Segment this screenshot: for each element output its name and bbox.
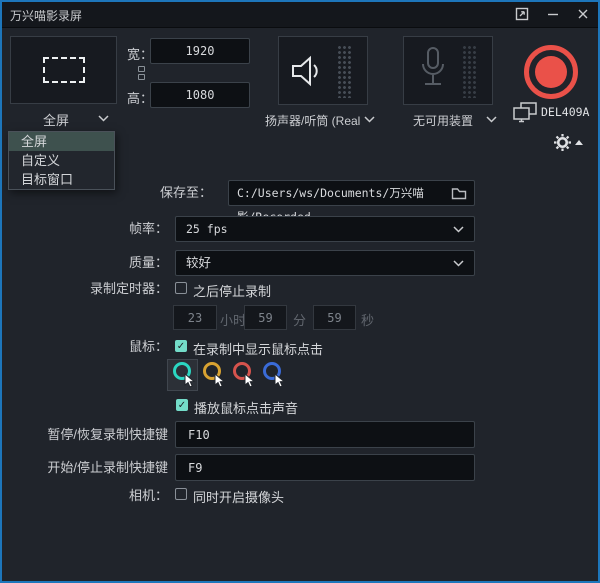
chevron-down-icon xyxy=(453,260,464,267)
timer-hours-unit: 小时 xyxy=(220,310,246,329)
menu-item-fullscreen[interactable]: 全屏 xyxy=(9,132,114,151)
timer-label: 录制定时器： xyxy=(20,282,168,296)
timer-seconds-input[interactable]: 59 xyxy=(313,305,356,330)
framerate-value: 25 fps xyxy=(186,217,228,241)
chevron-down-icon xyxy=(453,226,464,233)
speaker-toggle-button[interactable] xyxy=(278,36,368,105)
capture-mode-select[interactable]: 全屏 xyxy=(43,110,69,129)
camera-checkbox-label: 同时开启摄像头 xyxy=(193,487,284,506)
chevron-down-icon[interactable] xyxy=(98,115,109,122)
show-mouse-clicks-checkbox[interactable]: ✓ xyxy=(175,340,187,352)
speaker-device-select[interactable]: 扬声器/听筒 (Real xyxy=(265,112,360,129)
start-hotkey-input[interactable]: F9 xyxy=(175,454,475,481)
window-title: 万兴喵影录屏 xyxy=(10,7,82,24)
gear-icon xyxy=(554,134,571,151)
mouse-click-sound-checkbox[interactable]: ✓ xyxy=(176,399,188,411)
display-device-name: DEL409A xyxy=(541,105,589,119)
timer-minutes-input[interactable]: 59 xyxy=(244,305,287,330)
collapse-arrow-icon[interactable] xyxy=(575,140,583,145)
timer-hours-input[interactable]: 23 xyxy=(173,305,217,330)
click-color-blue[interactable] xyxy=(263,362,281,380)
framerate-label: 帧率： xyxy=(20,216,168,242)
settings-gear-button[interactable] xyxy=(554,134,571,156)
menu-item-custom[interactable]: 自定义 xyxy=(9,151,114,170)
start-hotkey-label: 开始/停止录制快捷键 xyxy=(20,454,168,481)
minimize-icon[interactable] xyxy=(544,5,562,23)
camera-checkbox[interactable] xyxy=(175,488,187,500)
chevron-down-icon[interactable] xyxy=(364,116,375,123)
aspect-lock-icon[interactable] xyxy=(138,66,145,80)
speaker-level-meter xyxy=(337,45,352,98)
timer-seconds-unit: 秒 xyxy=(361,310,374,329)
microphone-toggle-button[interactable] xyxy=(403,36,493,105)
capture-mode-menu: 全屏 自定义 目标窗口 xyxy=(8,131,115,190)
timer-checkbox-label: 之后停止录制 xyxy=(193,281,271,300)
pause-hotkey-input[interactable]: F10 xyxy=(175,421,475,448)
mic-level-meter xyxy=(462,45,477,98)
height-input[interactable]: 1080 xyxy=(150,82,250,108)
capture-area-button[interactable] xyxy=(10,36,117,104)
save-to-label: 保存至： xyxy=(100,180,212,206)
display-device-selector[interactable] xyxy=(513,102,538,128)
width-input[interactable]: 1920 xyxy=(150,38,250,64)
timer-minutes-unit: 分 xyxy=(293,310,306,329)
framerate-select[interactable]: 25 fps xyxy=(175,216,475,242)
record-button-core xyxy=(535,56,567,88)
microphone-icon xyxy=(419,46,447,96)
click-color-teal[interactable] xyxy=(173,362,191,380)
click-color-yellow[interactable] xyxy=(203,362,221,380)
titlebar: 万兴喵影录屏 xyxy=(0,0,600,28)
restore-window-icon[interactable] xyxy=(513,5,531,23)
quality-label: 质量： xyxy=(20,250,168,276)
cursor-icon xyxy=(184,373,196,389)
speaker-icon xyxy=(289,54,327,88)
fullscreen-area-icon xyxy=(43,57,85,83)
quality-value: 较好 xyxy=(186,251,211,275)
timer-checkbox[interactable] xyxy=(175,282,187,294)
app-window: 万兴喵影录屏 全屏 全屏 自定义 目标窗口 宽： 1920 高： 1080 xyxy=(0,0,600,583)
mouse-label: 鼠标： xyxy=(20,339,168,354)
show-mouse-clicks-label: 在录制中显示鼠标点击 xyxy=(193,339,323,358)
pause-hotkey-label: 暂停/恢复录制快捷键 xyxy=(20,421,168,448)
chevron-down-icon[interactable] xyxy=(486,116,497,123)
monitors-icon xyxy=(513,102,538,123)
browse-folder-icon[interactable] xyxy=(451,186,467,200)
close-icon[interactable] xyxy=(574,5,592,23)
mic-device-select[interactable]: 无可用装置 xyxy=(413,112,473,129)
menu-item-target-window[interactable]: 目标窗口 xyxy=(9,170,114,189)
record-button[interactable] xyxy=(524,45,578,99)
camera-label: 相机： xyxy=(20,488,168,503)
cursor-icon xyxy=(274,373,286,389)
mouse-click-sound-label: 播放鼠标点击声音 xyxy=(194,398,298,417)
cursor-icon xyxy=(214,373,226,389)
cursor-icon xyxy=(244,373,256,389)
save-path-input[interactable]: C:/Users/ws/Documents/万兴喵影/Recorded xyxy=(228,180,475,206)
quality-select[interactable]: 较好 xyxy=(175,250,475,276)
click-color-red[interactable] xyxy=(233,362,251,380)
